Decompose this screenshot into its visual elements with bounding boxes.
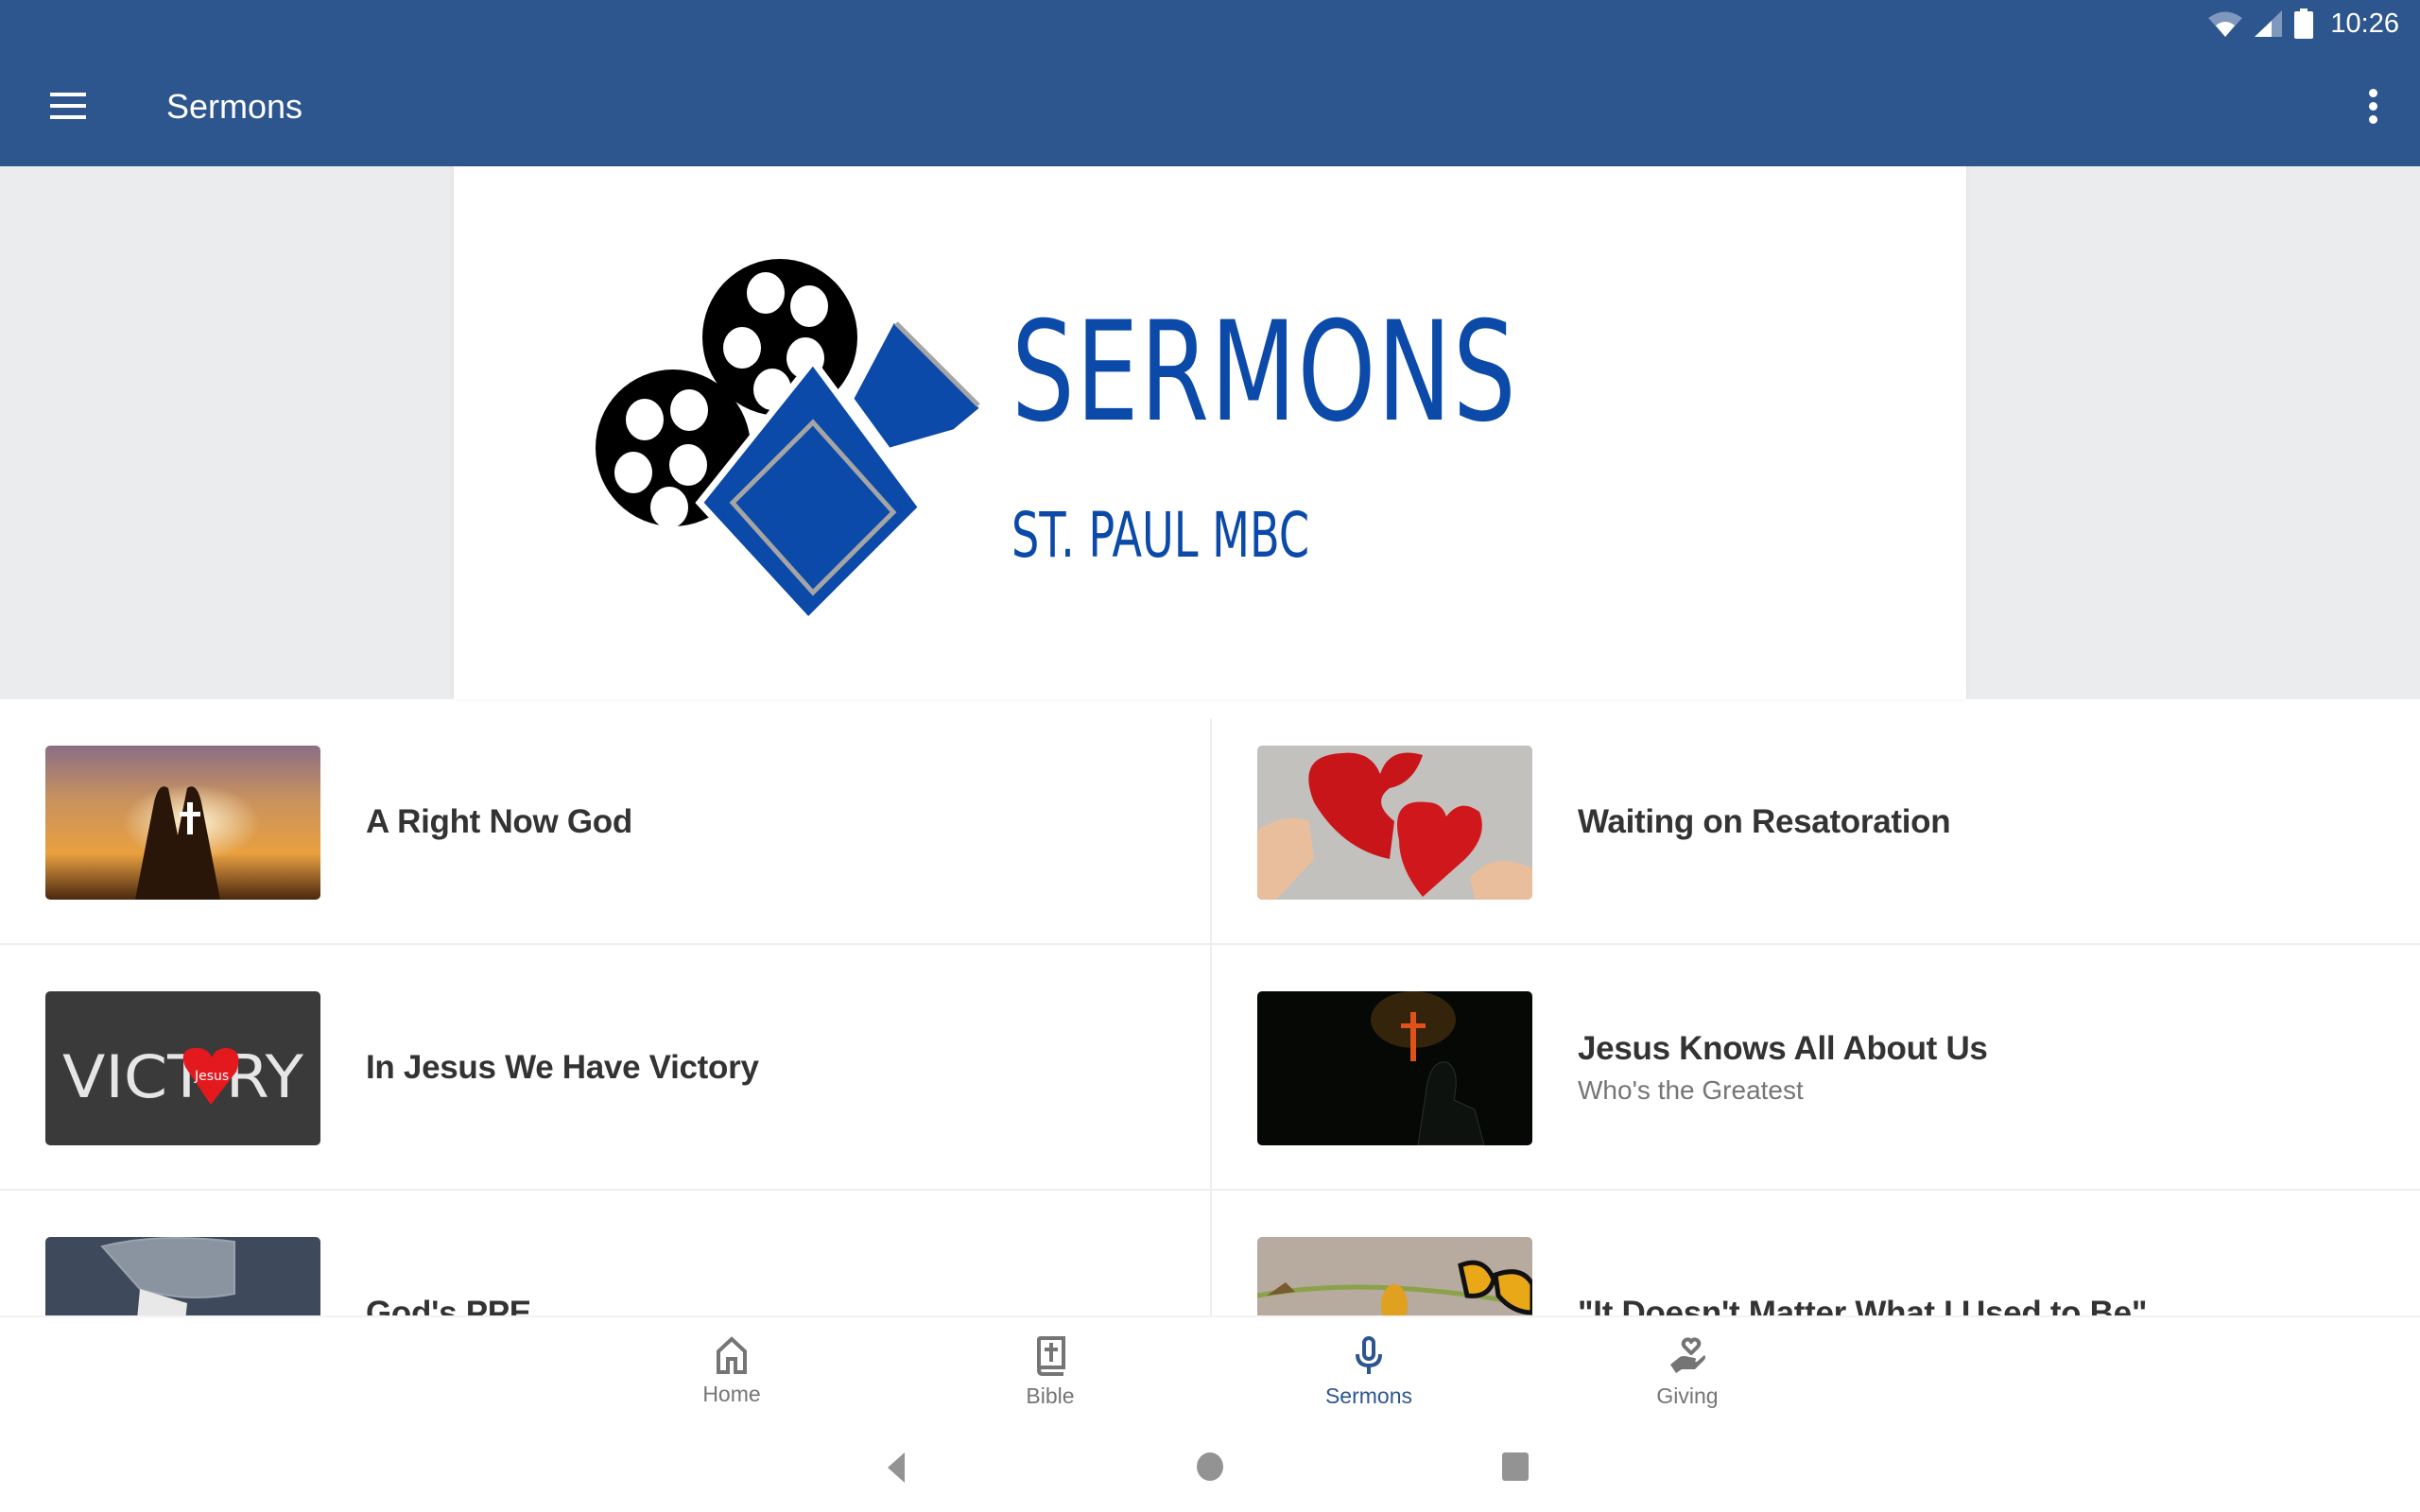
sermon-text: "It Doesn't Matter What I Used to Be" (1578, 1191, 2147, 1315)
banner-subheading: ST. PAUL MBC (1011, 499, 1310, 572)
victory-chalkboard-image: VICT RY Jesus (45, 991, 320, 1145)
sermon-thumbnail (45, 746, 320, 900)
cell-signal-icon (2255, 10, 2283, 37)
more-vert-dot (2368, 101, 2377, 111)
sermon-item[interactable]: Waiting on Resatoration (1212, 699, 2420, 945)
recents-square-icon (1502, 1452, 1529, 1481)
more-vert-dot (2368, 114, 2377, 124)
sermon-item[interactable]: Jesus Knows All About Us Who's the Great… (1212, 945, 2420, 1191)
sermon-thumbnail (1257, 991, 1532, 1145)
svg-text:VICT RY: VICT RY (62, 1042, 303, 1111)
menu-button[interactable] (38, 81, 98, 130)
sermon-title: In Jesus We Have Victory (366, 1049, 759, 1086)
status-bar: 10:26 (2207, 0, 2420, 47)
nav-item-sermons[interactable]: Sermons (1274, 1317, 1463, 1419)
more-options-button[interactable] (2354, 81, 2392, 130)
nav-label: Sermons (1324, 1383, 1413, 1408)
sermon-title: Jesus Knows All About Us (1578, 1030, 1988, 1067)
nav-label: Home (702, 1382, 761, 1406)
sermon-title: A Right Now God (366, 803, 632, 840)
microphone-icon (1356, 1336, 1382, 1374)
film-camera-icon (596, 259, 988, 616)
banner-heading: SERMONS (1011, 292, 1518, 453)
red-hearts-image (1257, 746, 1532, 900)
wifi-icon (2208, 11, 2243, 37)
sermon-thumbnail: VICT RY Jesus (45, 991, 320, 1145)
back-icon (888, 1452, 905, 1483)
sermons-banner: SERMONS ST. PAUL MBC (0, 166, 2420, 699)
sermon-item[interactable]: VICT RY Jesus In Jesus We Have Victory (0, 945, 1210, 1191)
sermon-text: God's PPE (366, 1191, 531, 1315)
more-vert-icon (2368, 88, 2377, 97)
sermon-thumbnail (45, 1237, 320, 1315)
sermon-text: In Jesus We Have Victory (366, 945, 759, 1191)
home-circle-icon (1197, 1452, 1223, 1481)
status-time: 10:26 (2330, 8, 2399, 39)
sermon-item[interactable]: "It Doesn't Matter What I Used to Be" (1212, 1191, 2420, 1315)
hand-heart-icon (1670, 1337, 1705, 1373)
sermon-thumbnail (1257, 1237, 1532, 1315)
bible-icon (1036, 1336, 1065, 1376)
sermon-text: Waiting on Resatoration (1578, 699, 1951, 945)
nav-label: Giving (1656, 1383, 1719, 1408)
svg-text:Jesus: Jesus (194, 1069, 229, 1084)
sermon-title: Waiting on Resatoration (1578, 803, 1951, 840)
back-button[interactable] (886, 1452, 907, 1488)
butterfly-image (1257, 1237, 1532, 1315)
system-navigation-bar (0, 1418, 2420, 1512)
hamburger-menu-icon (50, 93, 86, 119)
nav-item-bible[interactable]: Bible (956, 1317, 1145, 1419)
sermon-title: God's PPE (366, 1295, 531, 1315)
nav-item-giving[interactable]: Giving (1593, 1317, 1782, 1419)
sermon-item[interactable]: God's PPE (0, 1191, 1210, 1315)
sermon-thumbnail (1257, 746, 1532, 900)
nav-label: Bible (1026, 1383, 1075, 1408)
ppe-image (45, 1237, 320, 1315)
page-title: Sermons (166, 87, 303, 126)
sermon-text: A Right Now God (366, 699, 632, 945)
sermon-title: "It Doesn't Matter What I Used to Be" (1578, 1295, 2148, 1315)
sermon-text: Jesus Knows All About Us Who's the Great… (1578, 945, 1988, 1191)
praying-hands-image (45, 746, 320, 900)
nav-item-home[interactable]: Home (637, 1317, 826, 1419)
home-system-button[interactable] (1196, 1452, 1224, 1486)
battery-icon (2294, 9, 2314, 39)
bottom-navigation: Home Bible Sermons Giving (0, 1315, 2420, 1418)
recents-button[interactable] (1501, 1452, 1530, 1486)
app-bar: 10:26 Sermons (0, 0, 2420, 166)
sermon-subtitle: Who's the Greatest (1578, 1075, 1804, 1105)
sermon-item[interactable]: A Right Now God (0, 699, 1210, 945)
silhouette-cross-image (1257, 991, 1532, 1145)
home-icon (717, 1336, 747, 1374)
banner-image: SERMONS ST. PAUL MBC (454, 166, 1966, 699)
sermon-list: A Right Now God Waiting on Resatoration … (0, 699, 2420, 1315)
